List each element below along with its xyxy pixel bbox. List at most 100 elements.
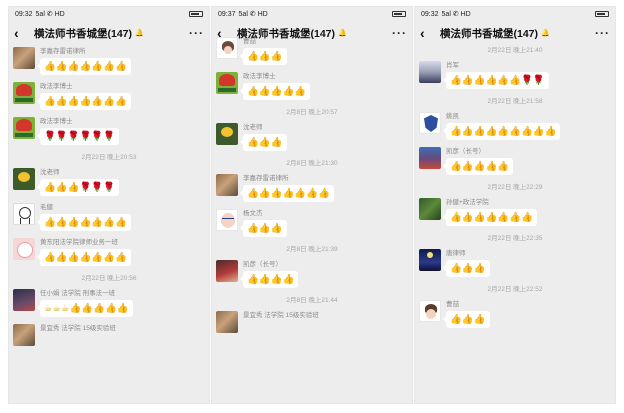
sender-name: 肖军: [446, 62, 459, 69]
sender-name: 景宜秀 法学院 15级实验班: [243, 312, 319, 319]
message-bubble[interactable]: 👍👍👍👍👍👍👍: [37, 249, 131, 266]
chat-screen-2: 09:37 5al ✆ HD ‹ 横法师书香城堡(147) 🔔 ··· 曹喆 👍👍👍 政法李博士…: [211, 6, 413, 404]
avatar[interactable]: [419, 249, 441, 271]
avatar[interactable]: [13, 117, 35, 139]
status-time: 09:37: [218, 10, 236, 18]
message-item: 政法李博士 👍👍👍👍👍: [216, 72, 408, 100]
message-bubble[interactable]: 👍👍👍👍👍👍👍: [37, 58, 131, 75]
avatar[interactable]: [13, 203, 35, 225]
more-options-icon[interactable]: ···: [595, 26, 610, 40]
message-bubble[interactable]: 👍👍👍👍👍👍👍: [443, 209, 537, 226]
back-chevron-icon[interactable]: ‹: [14, 26, 28, 40]
message-body: 杨文杰 👍👍👍: [240, 209, 287, 237]
avatar[interactable]: [13, 289, 35, 311]
message-bubble[interactable]: 🌹🌹🌹🌹🌹🌹: [37, 128, 119, 145]
more-options-icon[interactable]: ···: [189, 26, 204, 40]
sender-name: 景宜秀 法学院 15级实验班: [40, 325, 116, 332]
message-item: 景宜秀 法学院 15级实验班: [216, 311, 408, 333]
message-item: 曹喆 👍👍👍: [419, 300, 611, 328]
message-item: 政法李博士 🌹🌹🌹🌹🌹🌹: [13, 117, 205, 145]
avatar[interactable]: [13, 168, 35, 190]
message-item: 唐律师 👍👍👍: [419, 249, 611, 277]
avatar[interactable]: [419, 147, 441, 169]
avatar[interactable]: [216, 174, 238, 196]
sender-name: 沈老师: [243, 124, 263, 131]
avatar[interactable]: [13, 82, 35, 104]
status-left: 09:32 5al ✆ HD: [15, 10, 65, 19]
avatar[interactable]: [216, 37, 238, 59]
message-item: 李嘉存雷诺律所 👍👍👍👍👍👍👍: [216, 174, 408, 202]
message-list[interactable]: 曹喆 👍👍👍 政法李博士 👍👍👍👍👍 2月8日 晚上20:57 沈老师 👍👍👍 2月8日 晚上…: [212, 37, 412, 333]
message-bubble[interactable]: 👍👍👍👍👍👍🌹🌹: [443, 72, 549, 89]
chat-screen-3: 09:32 5al ✆ HD ‹ 横法师书香城堡(147) 🔔 ··· 2月22日 晚上21…: [414, 6, 616, 404]
timestamp-divider: 2月22日 晚上22:52: [487, 286, 543, 293]
sender-name: 曹喆: [446, 301, 459, 308]
status-left: 09:32 5al ✆ HD: [421, 10, 471, 19]
message-body: 凯彦（长号） 👍👍👍👍: [239, 260, 299, 288]
message-bubble[interactable]: 👍👍👍👍: [239, 271, 299, 288]
message-item: 政法李博士 👍👍👍👍👍👍👍: [13, 82, 205, 110]
message-bubble[interactable]: ☕☕☕👍👍👍👍👍: [37, 300, 133, 317]
avatar[interactable]: [13, 324, 35, 346]
mute-bell-icon: 🔔: [541, 30, 550, 37]
message-bubble[interactable]: 👍👍👍: [240, 220, 287, 237]
message-bubble[interactable]: 👍👍👍👍👍👍👍: [37, 214, 131, 231]
message-body: 景宜秀 法学院 15级实验班: [243, 311, 319, 320]
message-list[interactable]: 2月22日 晚上21:40 肖军 👍👍👍👍👍👍🌹🌹 2月22日 晚上21:58 姚凯 👍👍…: [415, 45, 615, 328]
message-bubble[interactable]: 👍👍👍👍👍👍👍👍👍: [442, 123, 561, 140]
sender-name: 李嘉存雷诺律所: [243, 175, 289, 182]
message-body: 黄东阳法学院律师业务一班 👍👍👍👍👍👍👍: [37, 238, 131, 266]
timestamp-divider: 2月8日 晚上21:44: [286, 297, 338, 304]
avatar[interactable]: [216, 209, 238, 231]
timestamp-divider: 2月22日 晚上20:56: [81, 275, 137, 282]
message-bubble[interactable]: 👍👍👍👍👍: [442, 158, 514, 175]
battery-icon: [189, 11, 203, 17]
chat-title: 横法师书香城堡(147): [34, 27, 133, 40]
timestamp-divider: 2月8日 晚上21:30: [286, 160, 338, 167]
message-item: 凯彦（长号） 👍👍👍👍👍: [419, 147, 611, 175]
avatar[interactable]: [216, 260, 238, 282]
message-item: 孙健+政法学院 👍👍👍👍👍👍👍: [419, 198, 611, 226]
message-bubble[interactable]: 👍👍👍🌹🌹🌹: [37, 179, 119, 196]
message-list[interactable]: 李嘉存雷诺律所 👍👍👍👍👍👍👍 政法李博士 👍👍👍👍👍👍👍 政法李博士 🌹🌹🌹🌹🌹🌹 2月2…: [9, 47, 209, 346]
message-item: 任小娟 法学院 刑事法一班 ☕☕☕👍👍👍👍👍: [13, 289, 205, 317]
sender-name: 李嘉存雷诺律所: [40, 48, 86, 55]
message-bubble[interactable]: 👍👍👍👍👍: [239, 83, 311, 100]
avatar[interactable]: [216, 72, 238, 94]
message-item: 杨文杰 👍👍👍: [216, 209, 408, 237]
avatar[interactable]: [419, 61, 441, 83]
message-bubble[interactable]: 👍👍👍👍👍👍👍: [37, 93, 131, 110]
sender-name: 毛健: [40, 204, 53, 211]
message-item: 沈老师 👍👍👍🌹🌹🌹: [13, 168, 205, 196]
sender-name: 黄东阳法学院律师业务一班: [40, 239, 118, 246]
chat-title: 横法师书香城堡(147): [440, 27, 539, 40]
avatar[interactable]: [419, 198, 441, 220]
avatar[interactable]: [216, 123, 238, 145]
sender-name: 政法李博士: [243, 73, 276, 80]
back-chevron-icon[interactable]: ‹: [420, 26, 434, 40]
message-body: 毛健 👍👍👍👍👍👍👍: [37, 203, 131, 231]
mute-bell-icon: 🔔: [135, 30, 144, 37]
message-bubble[interactable]: 👍👍👍: [240, 48, 287, 65]
status-bar: 09:37 5al ✆ HD: [212, 7, 412, 21]
sender-name: 任小娟 法学院 刑事法一班: [40, 290, 116, 297]
avatar[interactable]: [13, 238, 35, 260]
message-bubble[interactable]: 👍👍👍👍👍👍👍: [240, 185, 334, 202]
timestamp-divider: 2月22日 晚上21:40: [487, 47, 543, 54]
message-item: 凯彦（长号） 👍👍👍👍: [216, 260, 408, 288]
sender-name: 政法李博士: [40, 118, 73, 125]
avatar[interactable]: [13, 47, 35, 69]
status-time: 09:32: [15, 10, 33, 18]
avatar[interactable]: [419, 112, 441, 134]
message-bubble[interactable]: 👍👍👍: [240, 134, 287, 151]
message-bubble[interactable]: 👍👍👍: [443, 311, 490, 328]
message-body: 姚凯 👍👍👍👍👍👍👍👍👍: [442, 112, 561, 140]
signal-icons: 5al ✆ HD: [238, 11, 268, 18]
message-body: 任小娟 法学院 刑事法一班 ☕☕☕👍👍👍👍👍: [37, 289, 133, 317]
timestamp-divider: 2月22日 晚上22:35: [487, 235, 543, 242]
message-bubble[interactable]: 👍👍👍: [443, 260, 490, 277]
avatar[interactable]: [216, 311, 238, 333]
message-item: 肖军 👍👍👍👍👍👍🌹🌹: [419, 61, 611, 89]
avatar[interactable]: [419, 300, 441, 322]
title-bar: ‹ 横法师书香城堡(147) 🔔 ···: [9, 21, 209, 45]
